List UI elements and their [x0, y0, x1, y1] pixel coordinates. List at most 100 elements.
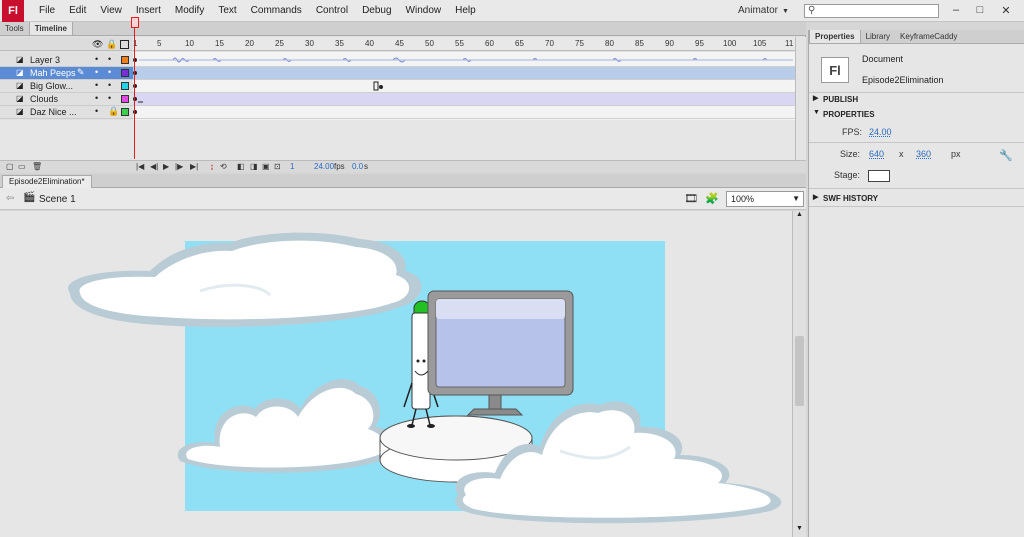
- zoom-value: 100%: [731, 194, 755, 204]
- edit-multiple-icon[interactable]: ▣: [262, 162, 270, 171]
- eye-icon[interactable]: 👁: [92, 39, 103, 50]
- playhead-handle[interactable]: [131, 17, 139, 28]
- lock-toggle[interactable]: •: [108, 67, 111, 77]
- new-folder-icon[interactable]: ▭: [18, 162, 26, 171]
- scroll-thumb[interactable]: [795, 336, 804, 406]
- cloud-top-left[interactable]: [68, 232, 422, 327]
- play-button[interactable]: ▶: [163, 162, 169, 171]
- stage-scrollbar[interactable]: ▲ ▼: [792, 211, 806, 537]
- go-last-frame-button[interactable]: ▶|: [190, 162, 198, 171]
- layer-color-swatch[interactable]: [121, 69, 129, 77]
- pasteboard[interactable]: [0, 211, 792, 537]
- maximize-button[interactable]: □: [970, 2, 990, 18]
- lock-toggle[interactable]: •: [108, 54, 111, 64]
- scene-name[interactable]: Scene 1: [39, 194, 76, 205]
- document-tab[interactable]: Episode2Elimination*: [2, 175, 92, 188]
- outline-icon[interactable]: [120, 40, 129, 49]
- lock-toggle[interactable]: •: [108, 80, 111, 90]
- lock-icon[interactable]: 🔒: [106, 39, 117, 50]
- frame-row[interactable]: [133, 93, 795, 106]
- playhead[interactable]: [134, 17, 135, 159]
- menu-modify[interactable]: Modify: [168, 5, 211, 16]
- scroll-down-icon[interactable]: ▼: [796, 525, 803, 532]
- zoom-select[interactable]: 100% ▼: [726, 191, 804, 207]
- step-forward-button[interactable]: |▶: [175, 162, 183, 171]
- stage-canvas[interactable]: [0, 211, 792, 537]
- menu-text[interactable]: Text: [211, 5, 243, 16]
- frame-row[interactable]: [133, 80, 795, 93]
- ruler-number: 95: [695, 39, 704, 48]
- tab-keyframecaddy[interactable]: KeyframeCaddy: [895, 30, 962, 43]
- document-type: Document: [862, 54, 904, 64]
- wrench-icon[interactable]: 🔧: [999, 149, 1013, 162]
- layer-icon: ◪: [16, 68, 24, 77]
- trash-icon[interactable]: 🗑: [32, 162, 42, 171]
- back-arrow-icon[interactable]: ⇦: [6, 193, 14, 204]
- tab-timeline[interactable]: Timeline: [28, 22, 73, 35]
- help-search-input[interactable]: [819, 5, 937, 17]
- frames-area[interactable]: [133, 52, 795, 120]
- layer-icon: ◪: [16, 81, 24, 90]
- tab-library[interactable]: Library: [861, 30, 895, 43]
- section-publish[interactable]: ▶ PUBLISH: [809, 93, 1024, 106]
- frame-row-selected[interactable]: [133, 67, 795, 80]
- section-properties[interactable]: ▼ PROPERTIES: [809, 108, 1024, 121]
- onion-skin-icon[interactable]: ◧: [237, 162, 245, 171]
- minimize-button[interactable]: –: [946, 2, 966, 18]
- width-value[interactable]: 640: [869, 149, 884, 159]
- edit-scene-icon[interactable]: 🎞: [684, 192, 698, 205]
- menu-commands[interactable]: Commands: [244, 5, 309, 16]
- stage-color-swatch[interactable]: [868, 170, 890, 182]
- scroll-up-icon[interactable]: ▲: [796, 211, 803, 218]
- height-value[interactable]: 360: [916, 149, 931, 159]
- edit-symbols-icon[interactable]: 🧩: [705, 192, 719, 205]
- visibility-toggle[interactable]: •: [95, 67, 98, 77]
- layer-color-swatch[interactable]: [121, 95, 129, 103]
- go-first-frame-button[interactable]: |◀: [136, 162, 144, 171]
- layer-color-swatch[interactable]: [121, 56, 129, 64]
- onion-outline-icon[interactable]: ◨: [250, 162, 258, 171]
- close-button[interactable]: ✕: [996, 2, 1016, 18]
- layer-icon: ◪: [16, 55, 24, 64]
- menu-edit[interactable]: Edit: [62, 5, 93, 16]
- tab-properties[interactable]: Properties: [809, 30, 861, 43]
- center-frame-icon[interactable]: ↨: [210, 162, 214, 171]
- workspace-switcher[interactable]: Animator ▼: [738, 5, 789, 16]
- padlock-icon[interactable]: 🔒: [108, 106, 119, 117]
- frame-row[interactable]: [133, 54, 795, 67]
- new-layer-icon[interactable]: ▢: [6, 162, 14, 171]
- layer-row[interactable]: ◪ Layer 3 • •: [0, 54, 133, 67]
- onion-markers-icon[interactable]: ⊡: [274, 162, 281, 171]
- menu-insert[interactable]: Insert: [129, 5, 168, 16]
- fps-value[interactable]: 24.00: [869, 127, 892, 137]
- layer-row[interactable]: ◪ Daz Nice ... • 🔒: [0, 106, 133, 119]
- frame-ruler[interactable]: 1 5 10 15 20 25 30 35 40 45 50 55 60 65 …: [133, 37, 795, 51]
- frame-row[interactable]: [133, 106, 795, 119]
- layer-color-swatch[interactable]: [121, 108, 129, 116]
- tab-tools[interactable]: Tools: [0, 22, 29, 35]
- current-frame[interactable]: 1: [290, 162, 294, 171]
- step-back-button[interactable]: ◀|: [150, 162, 158, 171]
- menu-control[interactable]: Control: [309, 5, 355, 16]
- lock-toggle[interactable]: •: [108, 93, 111, 103]
- elapsed-time[interactable]: 0.0: [352, 162, 363, 171]
- layer-row-selected[interactable]: ◪ Mah Peeps ✎ • •: [0, 67, 133, 80]
- fps-readout[interactable]: 24.00: [314, 162, 334, 171]
- visibility-toggle[interactable]: •: [95, 106, 98, 116]
- menu-debug[interactable]: Debug: [355, 5, 398, 16]
- visibility-toggle[interactable]: •: [95, 80, 98, 90]
- section-swf-history[interactable]: ▶ SWF HISTORY: [809, 192, 1024, 205]
- timeline-scrollbar[interactable]: [795, 37, 806, 160]
- menu-view[interactable]: View: [93, 5, 129, 16]
- help-search-box[interactable]: ⚲: [804, 4, 939, 18]
- menu-help[interactable]: Help: [448, 5, 483, 16]
- layer-row[interactable]: ◪ Big Glow... • •: [0, 80, 133, 93]
- fps-unit: fps: [334, 162, 345, 171]
- visibility-toggle[interactable]: •: [95, 54, 98, 64]
- layer-row[interactable]: ◪ Clouds • •: [0, 93, 133, 106]
- layer-color-swatch[interactable]: [121, 82, 129, 90]
- loop-icon[interactable]: ⟲: [220, 162, 227, 171]
- visibility-toggle[interactable]: •: [95, 93, 98, 103]
- menu-file[interactable]: File: [32, 5, 62, 16]
- menu-window[interactable]: Window: [399, 5, 449, 16]
